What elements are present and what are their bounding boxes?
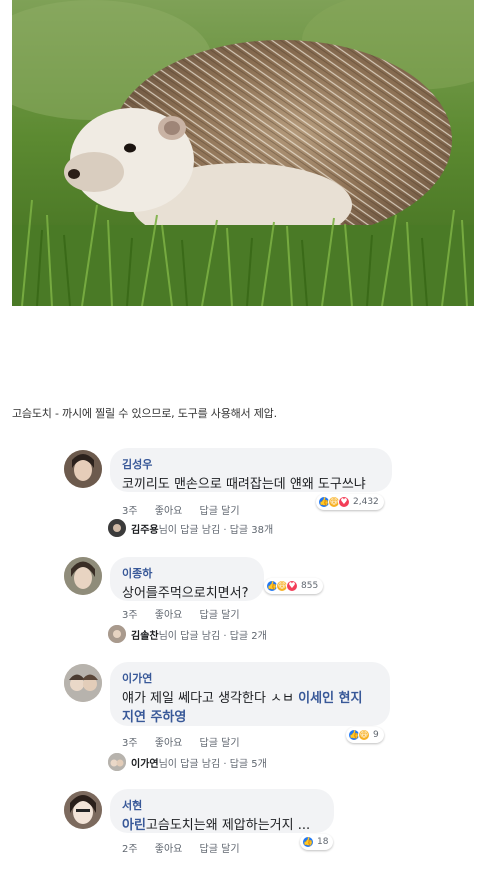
avatar — [108, 753, 126, 771]
love-reaction-icon: ♥ — [286, 580, 298, 592]
comment-text: 코끼리도 맨손으로 때려잡는데 얜왜 도구쓰냐 — [122, 477, 366, 492]
comment-time: 3주 — [122, 506, 138, 517]
commenter-name[interactable]: 이가연 — [122, 670, 378, 686]
reply-summary[interactable]: 김주용 님이 답글 남김 · 답글 38개 — [108, 519, 273, 537]
tagged-friend[interactable]: 아린 — [122, 818, 146, 833]
reaction-count: 18 — [317, 837, 329, 847]
comment-actions: 3주 좋아요 답글 달기 — [122, 606, 254, 621]
commenter-name[interactable]: 김성우 — [122, 456, 380, 472]
comment-time: 2주 — [122, 844, 138, 855]
reaction-count: 855 — [301, 581, 319, 591]
reaction-summary[interactable]: 👍 😆 9 — [346, 727, 384, 743]
commenter-name[interactable]: 서현 — [122, 797, 322, 813]
post-caption: 고슴도치 - 까시에 찔릴 수 있으므로, 도구를 사용해서 제압. — [12, 407, 277, 420]
tagged-friends[interactable]: 이세인 현지 — [298, 691, 362, 706]
avatar — [108, 519, 126, 537]
like-button[interactable]: 좋아요 — [155, 610, 183, 621]
comment-bubble: 이종하 상어를주먹으로치면서? — [110, 557, 264, 601]
avatar[interactable] — [64, 664, 102, 702]
reply-button[interactable]: 답글 달기 — [200, 738, 240, 749]
reply-button[interactable]: 답글 달기 — [200, 610, 240, 621]
replier-name[interactable]: 이가연 — [131, 755, 159, 770]
reply-summary[interactable]: 김솔찬 님이 답글 남김 · 답글 2개 — [108, 625, 267, 643]
reaction-summary[interactable]: 👍 😆 ♥ 855 — [264, 578, 324, 594]
comment-text-plain: 얘가 제일 쎄다고 생각한다 ㅅㅂ — [122, 691, 299, 706]
reply-button[interactable]: 답글 달기 — [200, 506, 240, 517]
comment-bubble: 김성우 코끼리도 맨손으로 때려잡는데 얜왜 도구쓰냐 — [110, 448, 392, 492]
comment-text: 얘가 제일 쎄다고 생각한다 ㅅㅂ 이세인 현지지연 주하영 — [122, 689, 378, 727]
comment-text: 상어를주먹으로치면서? — [122, 586, 249, 601]
reply-button[interactable]: 답글 달기 — [200, 844, 240, 855]
like-button[interactable]: 좋아요 — [155, 738, 183, 749]
comment-text: 아린고슴도치는왜 제압하는거지 ... — [122, 816, 322, 835]
haha-reaction-icon: 😆 — [358, 729, 370, 741]
like-button[interactable]: 좋아요 — [155, 844, 183, 855]
like-reaction-icon: 👍 — [302, 836, 314, 848]
comment-time: 3주 — [122, 738, 138, 749]
reply-info: 님이 답글 남김 · 답글 5개 — [158, 758, 267, 770]
avatar[interactable] — [64, 450, 102, 488]
comment-actions: 3주 좋아요 답글 달기 — [122, 734, 254, 749]
reply-summary[interactable]: 이가연 님이 답글 남김 · 답글 5개 — [108, 753, 267, 771]
reaction-summary[interactable]: 👍 18 — [300, 834, 334, 850]
comment-actions: 2주 좋아요 답글 달기 — [122, 840, 254, 855]
comment-bubble: 이가연 얘가 제일 쎄다고 생각한다 ㅅㅂ 이세인 현지지연 주하영 — [110, 662, 390, 726]
replier-name[interactable]: 김주용 — [131, 521, 159, 536]
reaction-summary[interactable]: 👍 😆 ♥ 2,432 — [316, 494, 384, 510]
comment-bubble: 서현 아린고슴도치는왜 제압하는거지 ... — [110, 789, 334, 833]
comment-time: 3주 — [122, 610, 138, 621]
reply-info: 님이 답글 남김 · 답글 38개 — [158, 524, 274, 536]
commenter-name[interactable]: 이종하 — [122, 565, 252, 581]
comment-text-plain: 고슴도치는왜 제압하는거지 ... — [145, 818, 311, 833]
reaction-count: 2,432 — [353, 497, 379, 507]
avatar[interactable] — [64, 557, 102, 595]
reaction-count: 9 — [373, 730, 379, 740]
love-reaction-icon: ♥ — [338, 496, 350, 508]
replier-name[interactable]: 김솔찬 — [131, 627, 159, 642]
comment-actions: 3주 좋아요 답글 달기 — [122, 502, 254, 517]
like-button[interactable]: 좋아요 — [155, 506, 183, 517]
hedgehog-photo — [12, 0, 474, 306]
avatar — [108, 625, 126, 643]
reply-info: 님이 답글 남김 · 답글 2개 — [158, 630, 267, 642]
avatar[interactable] — [64, 791, 102, 829]
tagged-friends[interactable]: 지연 주하영 — [122, 710, 186, 725]
